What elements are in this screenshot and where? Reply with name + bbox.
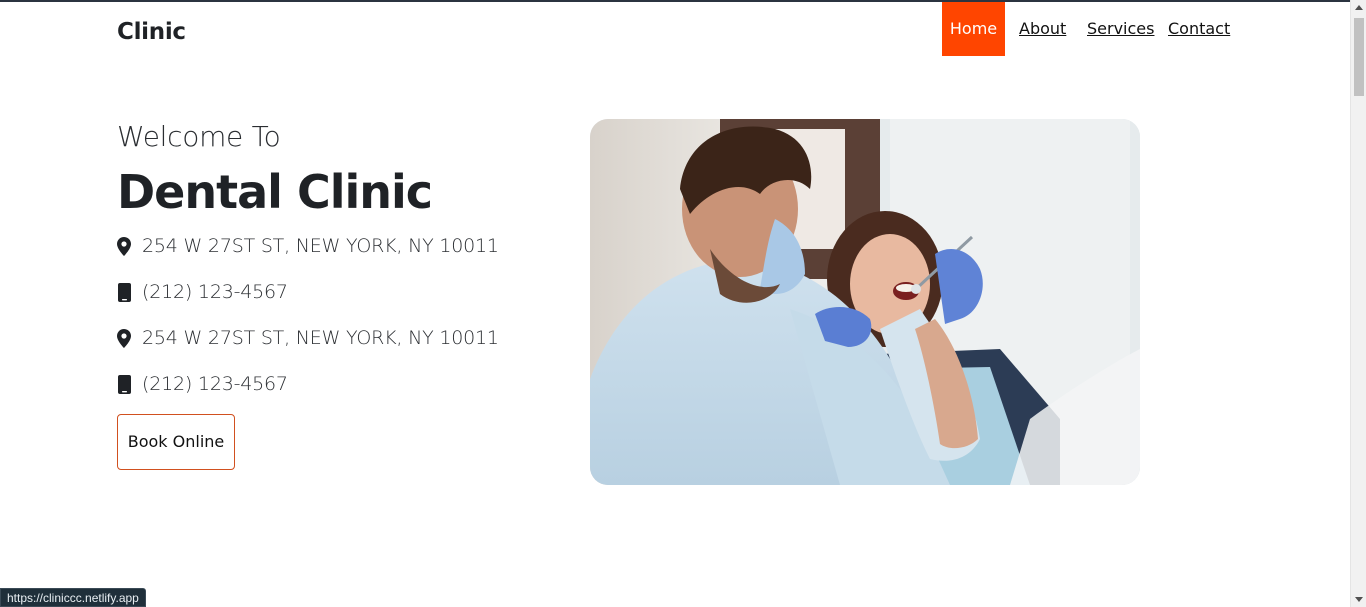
dentist-patient-photo: [590, 119, 1140, 485]
scroll-up-arrow-icon[interactable]: [1355, 5, 1363, 10]
address-text: 254 W 27ST ST, NEW YORK, NY 10011: [142, 327, 499, 349]
map-pin-icon: [117, 236, 131, 256]
address-text: 254 W 27ST ST, NEW YORK, NY 10011: [142, 235, 499, 257]
scroll-down-arrow-icon[interactable]: [1355, 597, 1363, 602]
status-bar-url: https://cliniccc.netlify.app: [0, 588, 146, 607]
map-pin-icon: [117, 328, 131, 348]
info-phone: (212) 123-4567: [117, 371, 288, 397]
hero-welcome: Welcome To: [117, 120, 281, 153]
mobile-phone-icon: [117, 282, 131, 302]
navbar: Clinic Home About Services Contact: [0, 2, 1350, 56]
brand-logo[interactable]: Clinic: [117, 19, 186, 45]
mobile-phone-icon: [117, 374, 131, 394]
scrollbar-thumb[interactable]: [1354, 18, 1364, 96]
nav-about[interactable]: About: [1019, 2, 1066, 56]
nav-services[interactable]: Services: [1087, 2, 1154, 56]
book-online-button[interactable]: Book Online: [117, 414, 235, 470]
info-address: 254 W 27ST ST, NEW YORK, NY 10011: [117, 325, 499, 351]
nav-home[interactable]: Home: [942, 2, 1005, 56]
phone-text: (212) 123-4567: [142, 373, 288, 395]
phone-text: (212) 123-4567: [142, 281, 288, 303]
nav-contact[interactable]: Contact: [1168, 2, 1230, 56]
info-address: 254 W 27ST ST, NEW YORK, NY 10011: [117, 233, 499, 259]
info-phone: (212) 123-4567: [117, 279, 288, 305]
hero-title: Dental Clinic: [117, 165, 433, 219]
vertical-scrollbar[interactable]: [1350, 0, 1366, 607]
